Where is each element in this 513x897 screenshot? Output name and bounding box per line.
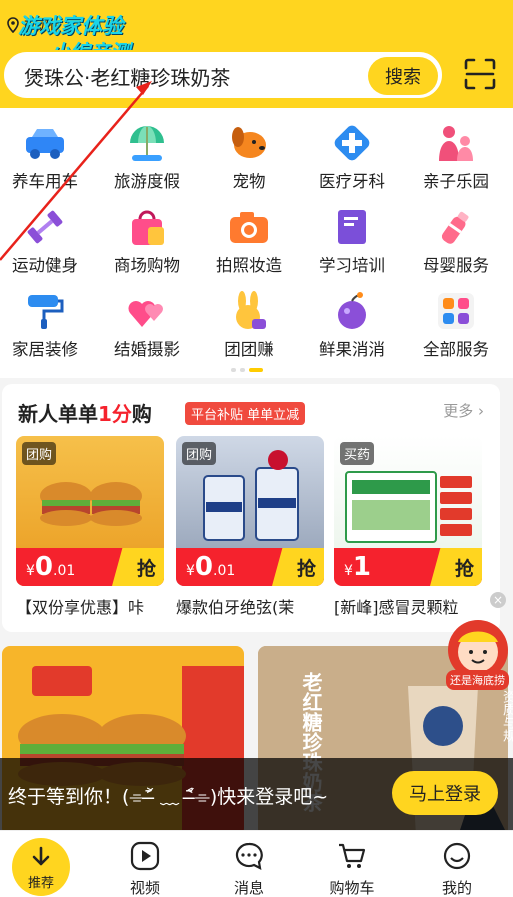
hearts-icon xyxy=(126,290,168,332)
category-label: 母婴服务 xyxy=(423,256,489,275)
category-item[interactable]: 家居装修 xyxy=(0,276,96,359)
category-label: 亲子乐园 xyxy=(423,172,489,191)
header-bar: 杭州 游戏家体验 小编亲测 搜索 xyxy=(0,0,513,108)
parent-child-icon xyxy=(435,122,477,164)
login-button[interactable]: 马上登录 xyxy=(392,771,498,815)
category-item[interactable]: 全部服务 xyxy=(405,276,507,359)
tab-label: 我的 xyxy=(441,879,472,897)
price-bar: ¥0.01 抢 xyxy=(16,548,164,586)
category-item[interactable]: 医疗牙科 xyxy=(301,108,403,191)
camera-icon xyxy=(228,206,270,248)
tab-label: 购物车 xyxy=(329,879,375,897)
promo-badge: 平台补贴 单单立减 xyxy=(185,402,306,425)
scan-icon[interactable] xyxy=(463,57,497,91)
category-item[interactable]: 运动健身 xyxy=(0,192,96,275)
medicine-box-image xyxy=(345,471,472,543)
deal-price: ¥0.01 xyxy=(186,552,236,582)
bottom-tab-bar: 视频 消息 购物车 我的 xyxy=(0,830,513,897)
grab-button[interactable]: 抢 xyxy=(430,548,482,586)
search-box[interactable]: 搜索 xyxy=(2,50,444,100)
category-item[interactable]: 母婴服务 xyxy=(405,192,507,275)
deal-tag: 买药 xyxy=(340,442,375,465)
category-label: 结婚摄影 xyxy=(114,340,180,359)
category-item[interactable]: 结婚摄影 xyxy=(96,276,198,359)
tab-label: 视频 xyxy=(129,879,160,897)
category-label: 拍照妆造 xyxy=(216,256,282,275)
category-label: 运动健身 xyxy=(12,256,78,275)
dog-icon xyxy=(228,122,270,164)
category-label: 宠物 xyxy=(232,172,266,191)
grab-button[interactable]: 抢 xyxy=(272,548,324,586)
category-item[interactable]: 商场购物 xyxy=(96,192,198,275)
chat-icon xyxy=(235,842,263,870)
deal-name: 爆款伯牙绝弦(茉 xyxy=(176,598,295,617)
category-label: 医疗牙科 xyxy=(319,172,385,191)
new-user-promo-card: 新人单单1分购 平台补贴 单单立减 更多 › 团购 ¥0.01 抢 【双份享优惠… xyxy=(2,384,500,632)
category-item[interactable]: 亲子乐园 xyxy=(405,108,507,191)
tab-recommend[interactable]: 推荐 xyxy=(12,838,70,896)
smiley-icon xyxy=(443,842,471,870)
cart-icon xyxy=(339,843,366,868)
category-label: 养车用车 xyxy=(12,172,78,191)
deal-tag: 团购 xyxy=(182,442,217,465)
category-label: 商场购物 xyxy=(114,256,180,275)
side-text: 资质与规 xyxy=(500,690,513,742)
book-icon xyxy=(331,206,373,248)
category-item[interactable]: 旅游度假 xyxy=(96,108,198,191)
deal-card[interactable]: 买药 ¥1 抢 xyxy=(334,436,482,586)
category-label: 家居装修 xyxy=(12,340,78,359)
tab-label: 推荐 xyxy=(27,876,54,891)
tab-video[interactable]: 视频 xyxy=(110,841,180,897)
grab-button[interactable]: 抢 xyxy=(112,548,164,586)
tab-messages[interactable]: 消息 xyxy=(214,841,284,897)
category-item[interactable]: 学习培训 xyxy=(301,192,403,275)
category-label: 全部服务 xyxy=(423,340,489,359)
price-bar: ¥1 抢 xyxy=(334,548,482,586)
dumbbell-icon xyxy=(24,206,66,248)
play-icon xyxy=(130,841,160,871)
tab-me[interactable]: 我的 xyxy=(422,841,492,897)
login-prompt-text: 终于等到你！(⌯˃̶᷄ ﹏ ˂̶᷄⌯)快来登录吧~ xyxy=(8,786,329,808)
category-label: 团团赚 xyxy=(224,340,274,359)
category-item[interactable]: 鲜果消消 xyxy=(301,276,403,359)
grid-icon xyxy=(435,290,477,332)
category-label: 旅游度假 xyxy=(114,172,180,191)
tab-cart[interactable]: 购物车 xyxy=(317,841,387,897)
paint-roller-icon xyxy=(24,290,66,332)
tab-label: 消息 xyxy=(233,879,264,897)
fruit-bomb-icon xyxy=(331,290,373,332)
watermark: 游戏家体验 小编亲测 xyxy=(18,10,130,64)
deal-price: ¥1 xyxy=(344,552,372,582)
category-grid: 养车用车 旅游度假 宠物 医疗牙科 亲子乐园 运动健身 商场购物 拍照妆造 学习… xyxy=(0,108,513,378)
category-item[interactable]: 养车用车 xyxy=(0,108,96,191)
login-prompt-bar: 终于等到你！(⌯˃̶᷄ ﹏ ˂̶᷄⌯)快来登录吧~ 马上登录 xyxy=(0,758,513,830)
beach-umbrella-icon xyxy=(126,122,168,164)
float-promo-label[interactable]: 还是海底捞 xyxy=(446,670,509,690)
category-label: 鲜果消消 xyxy=(319,340,385,359)
deal-price: ¥0.01 xyxy=(26,552,76,582)
category-label: 学习培训 xyxy=(319,256,385,275)
category-item[interactable]: 拍照妆造 xyxy=(198,192,300,275)
more-link[interactable]: 更多 › xyxy=(443,400,484,421)
float-close-button[interactable]: × xyxy=(490,592,506,608)
baby-bottle-icon xyxy=(435,206,477,248)
deal-name: 【双份享优惠】咔 xyxy=(16,598,145,617)
arrow-down-icon xyxy=(32,846,50,866)
car-icon xyxy=(24,122,66,164)
price-bar: ¥0.01 抢 xyxy=(176,548,324,586)
category-item[interactable]: 团团赚 xyxy=(198,276,300,359)
burger-image xyxy=(40,482,142,526)
rabbit-icon xyxy=(228,290,270,332)
search-button[interactable]: 搜索 xyxy=(368,57,438,95)
shopping-bag-icon xyxy=(126,206,168,248)
deal-card[interactable]: 团购 ¥0.01 抢 xyxy=(16,436,164,586)
promo-title: 新人单单1分购 xyxy=(18,402,152,426)
page-indicator xyxy=(231,368,263,372)
category-item[interactable]: 宠物 xyxy=(198,108,300,191)
medical-cross-icon xyxy=(331,122,373,164)
search-input[interactable] xyxy=(24,64,364,88)
deal-card[interactable]: 团购 ¥0.01 抢 xyxy=(176,436,324,586)
deal-tag: 团购 xyxy=(22,442,57,465)
